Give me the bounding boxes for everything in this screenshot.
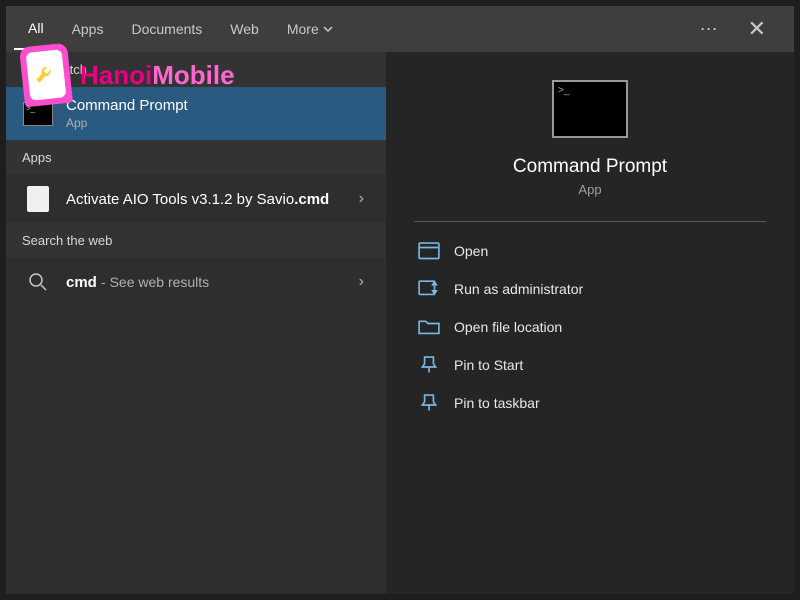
folder-icon (418, 318, 440, 336)
result-app-item[interactable]: Activate AIO Tools v3.1.2 by Savio.cmd › (6, 175, 386, 223)
preview-subtitle: App (578, 182, 601, 197)
preview-title: Command Prompt (513, 156, 667, 178)
tab-web[interactable]: Web (216, 9, 273, 49)
cmd-icon (22, 100, 54, 128)
action-open-location[interactable]: Open file location (414, 308, 766, 346)
search-icon (22, 268, 54, 296)
chevron-right-icon[interactable]: › (353, 190, 370, 208)
search-window: All Apps Documents Web More ⋯ ✕ Best mat… (6, 6, 794, 594)
result-text: Activate AIO Tools v3.1.2 by Savio.cmd (66, 191, 353, 208)
more-options-button[interactable]: ⋯ (700, 19, 720, 40)
result-best-match[interactable]: Command Prompt App (6, 87, 386, 140)
pin-taskbar-icon (418, 394, 440, 412)
action-list: Open Run as administrator Open file loca… (414, 232, 766, 422)
pin-start-icon (418, 356, 440, 374)
filter-tabs: All Apps Documents Web More (14, 8, 700, 50)
file-icon (22, 185, 54, 213)
action-run-admin[interactable]: Run as administrator (414, 270, 766, 308)
admin-icon (418, 280, 440, 298)
result-web-item[interactable]: cmd - See web results › (6, 258, 386, 306)
action-label: Pin to taskbar (454, 395, 540, 411)
result-subtitle: App (66, 116, 370, 130)
body: Best match Command Prompt App Apps Activ… (6, 52, 794, 594)
action-label: Run as administrator (454, 281, 583, 297)
header-bar: All Apps Documents Web More ⋯ ✕ (6, 6, 794, 52)
header-actions: ⋯ ✕ (700, 12, 786, 46)
action-open[interactable]: Open (414, 232, 766, 270)
tab-more[interactable]: More (273, 9, 347, 49)
action-pin-start[interactable]: Pin to Start (414, 346, 766, 384)
result-title: Command Prompt (66, 97, 370, 114)
preview-header: Command Prompt App (414, 80, 766, 197)
action-label: Open file location (454, 319, 562, 335)
result-title: Activate AIO Tools v3.1.2 by Savio.cmd (66, 191, 353, 208)
preview-app-icon (552, 80, 628, 138)
tab-documents[interactable]: Documents (117, 9, 216, 49)
chevron-down-icon (323, 26, 333, 32)
section-apps: Apps (6, 140, 386, 175)
result-text: Command Prompt App (66, 97, 370, 130)
divider (414, 221, 766, 222)
result-text: cmd - See web results (66, 274, 353, 291)
close-button[interactable]: ✕ (738, 12, 776, 46)
action-label: Open (454, 243, 488, 259)
action-label: Pin to Start (454, 357, 523, 373)
action-pin-taskbar[interactable]: Pin to taskbar (414, 384, 766, 422)
chevron-right-icon[interactable]: › (353, 273, 370, 291)
tab-more-label: More (287, 21, 319, 37)
tab-all[interactable]: All (14, 8, 58, 50)
preview-pane: Command Prompt App Open Run as admin (386, 52, 794, 594)
results-pane: Best match Command Prompt App Apps Activ… (6, 52, 386, 594)
section-best-match: Best match (6, 52, 386, 87)
open-icon (418, 242, 440, 260)
result-title: cmd - See web results (66, 274, 353, 291)
tab-apps[interactable]: Apps (58, 9, 118, 49)
section-search-web: Search the web (6, 223, 386, 258)
